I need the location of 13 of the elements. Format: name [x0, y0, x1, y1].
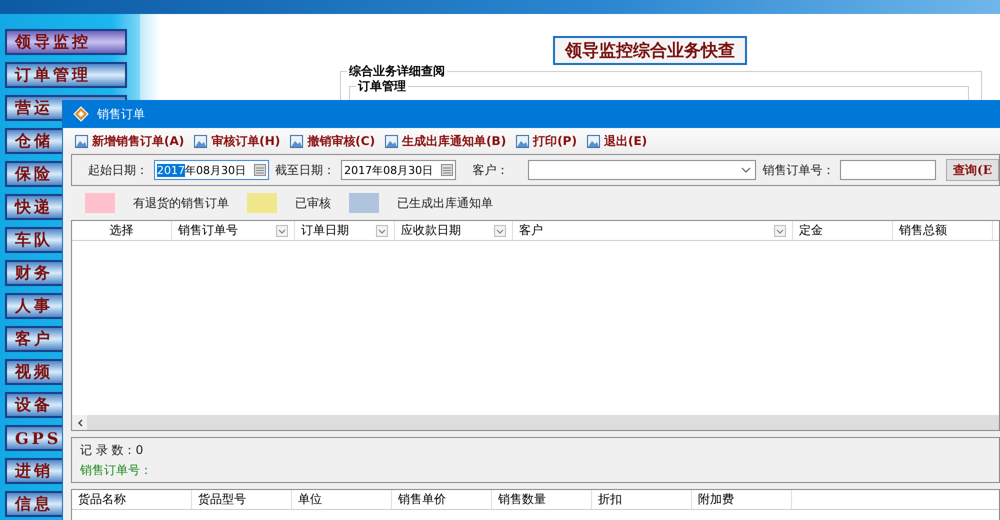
group-title: 综合业务详细查阅: [347, 63, 447, 80]
legend-label: 有退货的销售订单: [133, 194, 229, 212]
field-label: 销售订单号：: [762, 162, 834, 178]
field-label: 客户：: [472, 162, 508, 178]
legend-label: 已审核: [295, 194, 331, 212]
order-number-label: 销售订单号：: [80, 462, 153, 478]
window-title: 销售订单: [97, 106, 145, 122]
record-count: 记 录 数：0: [80, 442, 144, 458]
field-label: 起始日期：: [88, 162, 148, 178]
page-title: 领导监控综合业务快查: [553, 36, 747, 65]
group-title: 订单管理: [356, 78, 408, 95]
field-label: 截至日期：: [275, 162, 336, 178]
legend-label: 已生成出库通知单: [397, 194, 493, 212]
